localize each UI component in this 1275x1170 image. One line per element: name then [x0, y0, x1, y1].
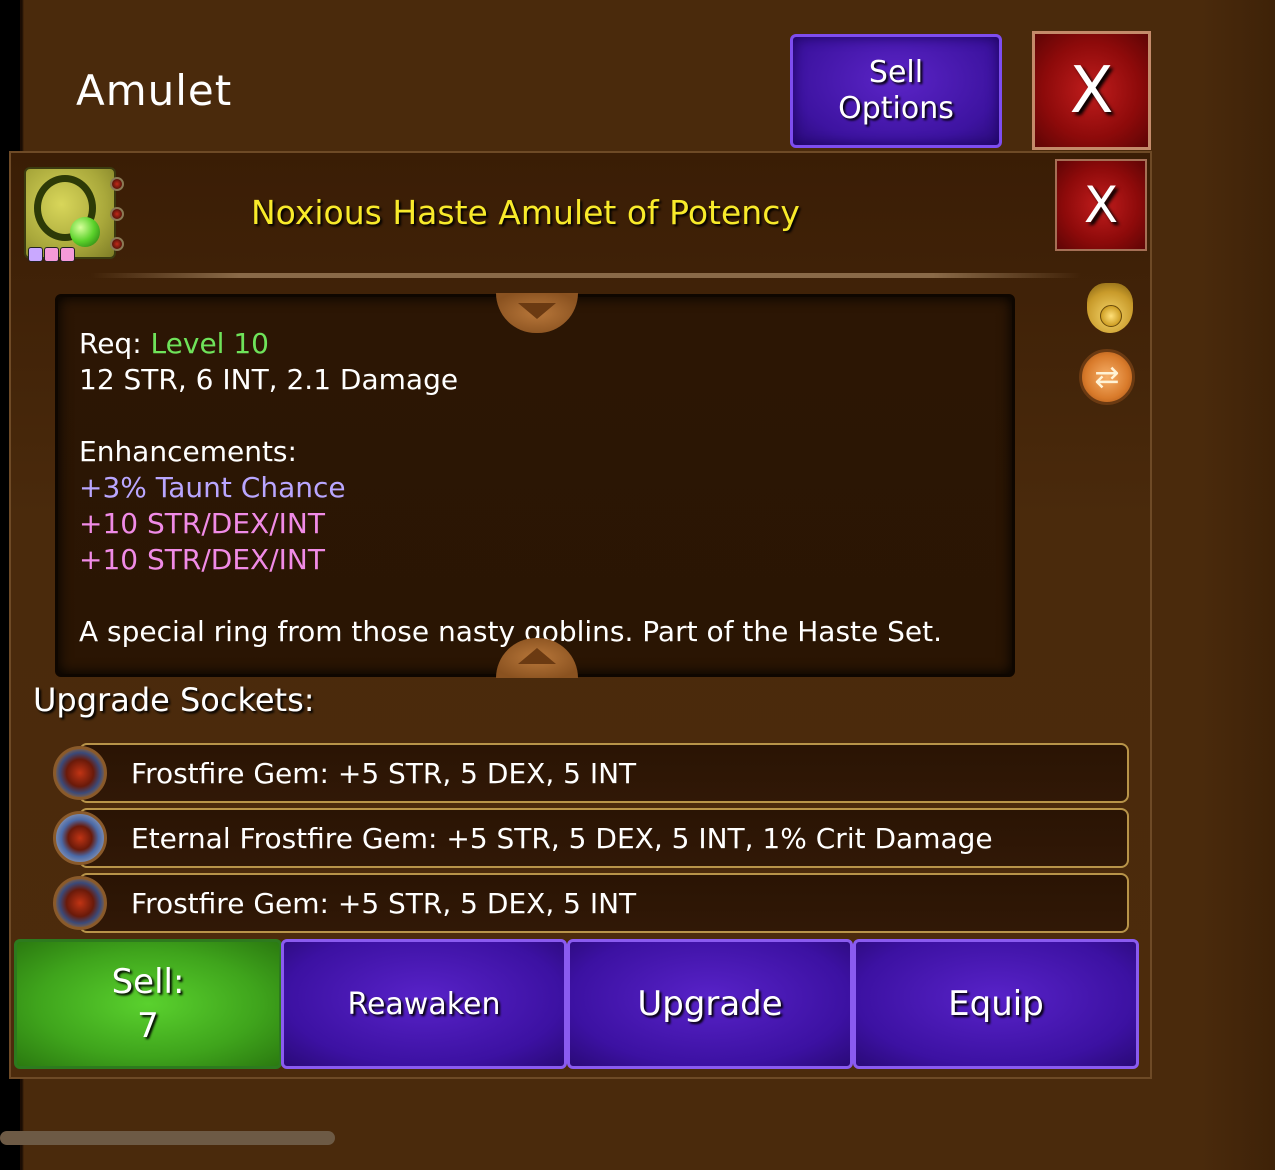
close-window-button[interactable]: X — [1032, 31, 1151, 150]
upgrade-sockets-heading: Upgrade Sockets: — [33, 681, 315, 719]
close-icon: X — [1069, 53, 1114, 128]
rarity-pip — [44, 247, 59, 262]
item-description-box[interactable]: Req: Level 10 12 STR, 6 INT, 2.1 Damage … — [55, 293, 1015, 678]
divider — [91, 273, 1081, 278]
enhancements-heading: Enhancements: — [79, 435, 297, 468]
chevron-up-icon — [518, 648, 556, 664]
sell-options-button[interactable]: Sell Options — [790, 34, 1002, 148]
enhancement-line: +10 STR/DEX/INT — [79, 507, 325, 540]
frostfire-gem-icon — [53, 746, 107, 800]
amulet-icon — [24, 167, 124, 262]
horizontal-scrollbar[interactable] — [0, 1131, 335, 1145]
rarity-pip — [28, 247, 43, 262]
enhancement-line: +10 STR/DEX/INT — [79, 543, 325, 576]
coin-bag-icon[interactable] — [1087, 283, 1133, 333]
socket-label: Frostfire Gem: +5 STR, 5 DEX, 5 INT — [131, 887, 637, 920]
enhancement-line: +3% Taunt Chance — [79, 471, 346, 504]
item-name: Noxious Haste Amulet of Potency — [251, 193, 800, 232]
rarity-pip — [60, 247, 75, 262]
requirement-level: Level 10 — [150, 327, 269, 360]
requirement-line: Req: Level 10 — [79, 327, 269, 361]
socket-label: Eternal Frostfire Gem: +5 STR, 5 DEX, 5 … — [131, 822, 993, 855]
reawaken-button[interactable]: Reawaken — [281, 939, 567, 1069]
socket-indicator — [110, 237, 124, 251]
upgrade-button[interactable]: Upgrade — [567, 939, 853, 1069]
sell-value: 7 — [137, 1006, 159, 1046]
sell-button[interactable]: Sell: 7 — [14, 939, 282, 1069]
socket-row[interactable]: Frostfire Gem: +5 STR, 5 DEX, 5 INT — [79, 743, 1129, 803]
eternal-frostfire-gem-icon — [53, 811, 107, 865]
flavor-text: A special ring from those nasty goblins.… — [79, 615, 943, 648]
socket-label: Frostfire Gem: +5 STR, 5 DEX, 5 INT — [131, 757, 637, 790]
socket-indicator — [110, 207, 124, 221]
close-item-button[interactable]: X — [1055, 159, 1147, 251]
socket-indicator — [110, 177, 124, 191]
page-title: Amulet — [76, 66, 233, 115]
amulet-gem — [70, 217, 100, 247]
swap-icon[interactable]: ⇄ — [1079, 349, 1135, 405]
socket-row[interactable]: Frostfire Gem: +5 STR, 5 DEX, 5 INT — [79, 873, 1129, 933]
chevron-down-icon — [518, 303, 556, 319]
equip-button[interactable]: Equip — [853, 939, 1139, 1069]
close-icon: X — [1083, 176, 1119, 234]
item-detail-panel: Noxious Haste Amulet of Potency X Req: L… — [9, 151, 1152, 1079]
scroll-down-button[interactable] — [496, 293, 578, 333]
requirement-label: Req: — [79, 327, 142, 360]
sell-label: Sell: — [111, 962, 185, 1002]
frostfire-gem-icon — [53, 876, 107, 930]
socket-row[interactable]: Eternal Frostfire Gem: +5 STR, 5 DEX, 5 … — [79, 808, 1129, 868]
base-stats: 12 STR, 6 INT, 2.1 Damage — [79, 363, 459, 396]
